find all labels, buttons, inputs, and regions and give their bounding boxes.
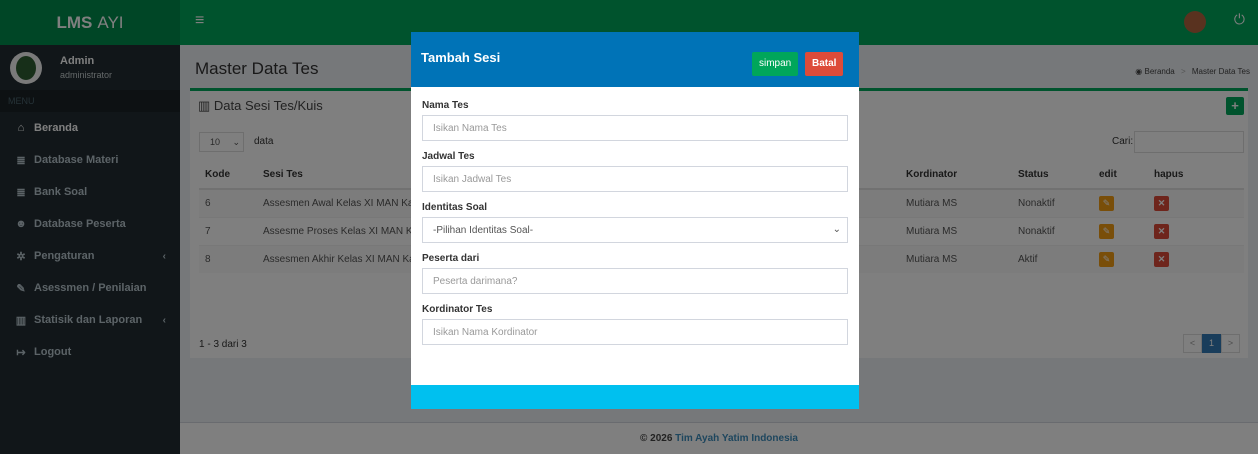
form-group-identitas-soal: Identitas Soal -Pilihan Identitas Soal- … (422, 202, 848, 243)
kordinator-tes-input[interactable]: Isikan Nama Kordinator (422, 319, 848, 345)
form-group-peserta-dari: Peserta dari Peserta darimana? (422, 253, 848, 294)
peserta-dari-input[interactable]: Peserta darimana? (422, 268, 848, 294)
modal-title: Tambah Sesi (421, 50, 501, 65)
modal-header: Tambah Sesi simpan Batal (411, 32, 859, 87)
modal-body: Nama Tes Isikan Nama Tes Jadwal Tes Isik… (411, 87, 859, 345)
form-group-jadwal-tes: Jadwal Tes Isikan Jadwal Tes (422, 151, 848, 192)
form-group-nama-tes: Nama Tes Isikan Nama Tes (422, 100, 848, 141)
chevron-down-icon: ⌄ (832, 224, 841, 235)
field-label: Peserta dari (422, 253, 480, 264)
select-value: -Pilihan Identitas Soal- (433, 225, 534, 236)
jadwal-tes-input[interactable]: Isikan Jadwal Tes (422, 166, 848, 192)
field-label: Jadwal Tes (422, 151, 475, 162)
field-label: Identitas Soal (422, 202, 488, 213)
modal-footer (411, 385, 859, 409)
cancel-button[interactable]: Batal (805, 52, 844, 76)
field-label: Kordinator Tes (422, 304, 493, 315)
nama-tes-input[interactable]: Isikan Nama Tes (422, 115, 848, 141)
modal-tambah-sesi: Tambah Sesi simpan Batal Nama Tes Isikan… (411, 32, 859, 409)
save-button[interactable]: simpan (752, 52, 799, 76)
form-group-kordinator-tes: Kordinator Tes Isikan Nama Kordinator (422, 304, 848, 345)
field-label: Nama Tes (422, 100, 469, 111)
identitas-soal-select[interactable]: -Pilihan Identitas Soal- ⌄ (422, 217, 848, 243)
